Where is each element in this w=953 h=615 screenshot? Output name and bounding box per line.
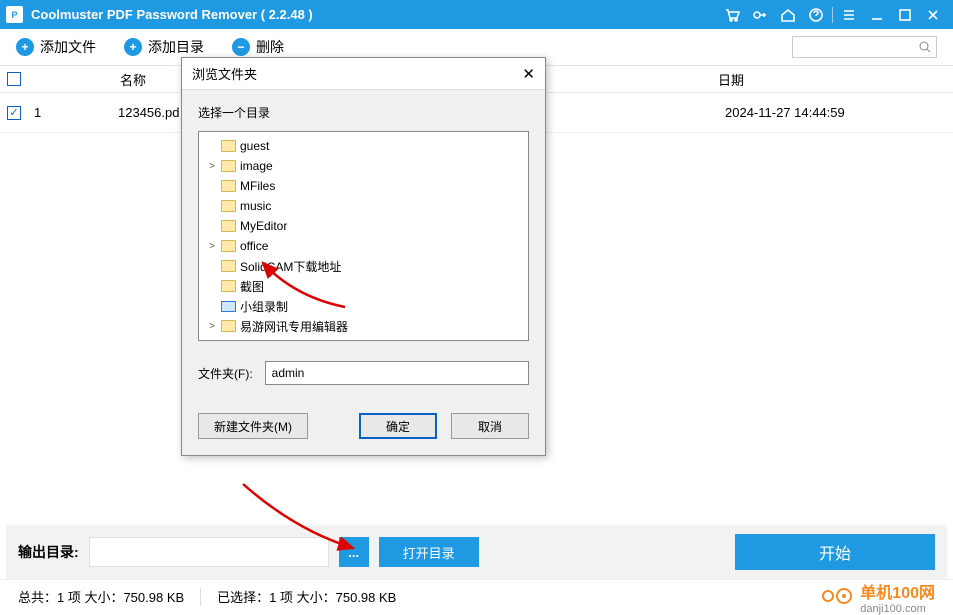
output-label: 输出目录: bbox=[18, 542, 79, 562]
tree-item[interactable]: music bbox=[199, 196, 528, 216]
start-button[interactable]: 开始 bbox=[735, 534, 935, 570]
menu-icon[interactable] bbox=[835, 1, 863, 29]
dialog-title-bar: 浏览文件夹 ✕ bbox=[182, 58, 545, 90]
delete-button[interactable]: −删除 bbox=[232, 37, 284, 57]
open-folder-button[interactable]: 打开目录 bbox=[379, 537, 479, 567]
delete-label: 删除 bbox=[256, 37, 284, 57]
home-icon[interactable] bbox=[774, 1, 802, 29]
expand-icon[interactable]: > bbox=[207, 161, 217, 172]
folder-icon bbox=[221, 180, 236, 192]
select-all-checkbox[interactable] bbox=[7, 72, 21, 86]
add-folder-button[interactable]: + 添加目录 bbox=[124, 37, 204, 57]
minus-icon: − bbox=[232, 38, 250, 56]
tree-item-label: 小组录制 bbox=[240, 298, 288, 315]
add-file-label: 添加文件 bbox=[40, 37, 96, 57]
dialog-close-icon[interactable]: ✕ bbox=[522, 65, 535, 83]
status-selected: 已选择：1 项 大小：750.98 KB bbox=[217, 587, 396, 606]
tree-item[interactable]: > office bbox=[199, 236, 528, 256]
folder-icon bbox=[221, 320, 236, 332]
expand-icon[interactable]: > bbox=[207, 321, 217, 332]
tree-item-label: office bbox=[240, 239, 268, 253]
row-index: 1 bbox=[28, 105, 58, 120]
dialog-select-label: 选择一个目录 bbox=[198, 104, 529, 121]
plus-icon: + bbox=[16, 38, 34, 56]
tree-item-label: SolidCAM下载地址 bbox=[240, 258, 341, 275]
folder-icon bbox=[221, 200, 236, 212]
folder-field-label: 文件夹(F): bbox=[198, 365, 253, 382]
title-bar: P Coolmuster PDF Password Remover ( 2.2.… bbox=[0, 0, 953, 29]
monitor-icon bbox=[221, 301, 236, 312]
tree-item[interactable]: > 易游网讯专用编辑器 bbox=[199, 316, 528, 336]
tree-item[interactable]: MFiles bbox=[199, 176, 528, 196]
ok-button[interactable]: 确定 bbox=[359, 413, 437, 439]
add-folder-label: 添加目录 bbox=[148, 37, 204, 57]
watermark-name: 单机100网 bbox=[860, 579, 935, 603]
browse-button[interactable]: ... bbox=[339, 537, 369, 567]
browse-folder-dialog: 浏览文件夹 ✕ 选择一个目录 guest > image MFiles music MyE… bbox=[181, 57, 546, 456]
folder-icon bbox=[221, 260, 236, 272]
output-path-input[interactable] bbox=[89, 537, 329, 567]
tree-item-label: 截图 bbox=[240, 278, 264, 295]
folder-icon bbox=[221, 280, 236, 292]
app-title: Coolmuster PDF Password Remover ( 2.2.48… bbox=[31, 7, 718, 22]
tree-item-label: 易游网讯专用编辑器 bbox=[240, 318, 348, 335]
cancel-button[interactable]: 取消 bbox=[451, 413, 529, 439]
watermark-logo: 单机100网 danji100.com bbox=[822, 579, 935, 615]
folder-icon bbox=[221, 220, 236, 232]
tree-item[interactable]: > image bbox=[199, 156, 528, 176]
help-icon[interactable] bbox=[802, 1, 830, 29]
status-bar: 总共：1 项 大小：750.98 KB 已选择：1 项 大小：750.98 KB… bbox=[0, 579, 953, 613]
tree-item-label: MyEditor bbox=[240, 219, 287, 233]
tree-item-label: image bbox=[240, 159, 273, 173]
tree-item-label: music bbox=[240, 199, 271, 213]
expand-icon[interactable]: > bbox=[207, 241, 217, 252]
folder-icon bbox=[221, 160, 236, 172]
row-date: 2024-11-27 14:44:59 bbox=[663, 105, 845, 120]
row-checkbox[interactable] bbox=[7, 106, 21, 120]
tree-item[interactable]: SolidCAM下载地址 bbox=[199, 256, 528, 276]
folder-tree[interactable]: guest > image MFiles music MyEditor > office Sol… bbox=[198, 131, 529, 341]
column-date: 日期 bbox=[638, 70, 953, 89]
new-folder-button[interactable]: 新建文件夹(M) bbox=[198, 413, 308, 439]
maximize-icon[interactable] bbox=[891, 1, 919, 29]
tree-item[interactable]: MyEditor bbox=[199, 216, 528, 236]
folder-icon bbox=[221, 240, 236, 252]
plus-icon: + bbox=[124, 38, 142, 56]
minimize-icon[interactable] bbox=[863, 1, 891, 29]
tree-item[interactable]: guest bbox=[199, 136, 528, 156]
search-icon bbox=[918, 40, 932, 54]
cart-icon[interactable] bbox=[718, 1, 746, 29]
dialog-title: 浏览文件夹 bbox=[192, 64, 257, 83]
tree-item-label: MFiles bbox=[240, 179, 275, 193]
search-input[interactable] bbox=[792, 36, 937, 58]
folder-icon bbox=[221, 140, 236, 152]
close-icon[interactable] bbox=[919, 1, 947, 29]
key-icon[interactable] bbox=[746, 1, 774, 29]
tree-item-label: guest bbox=[240, 139, 269, 153]
tree-item[interactable]: 小组录制 bbox=[199, 296, 528, 316]
bottom-bar: 输出目录: ... 打开目录 开始 bbox=[6, 525, 947, 579]
app-icon: P bbox=[6, 6, 23, 23]
add-file-button[interactable]: + 添加文件 bbox=[16, 37, 96, 57]
tree-item[interactable]: 截图 bbox=[199, 276, 528, 296]
folder-field-input[interactable] bbox=[265, 361, 529, 385]
status-total: 总共：1 项 大小：750.98 KB bbox=[18, 587, 184, 606]
